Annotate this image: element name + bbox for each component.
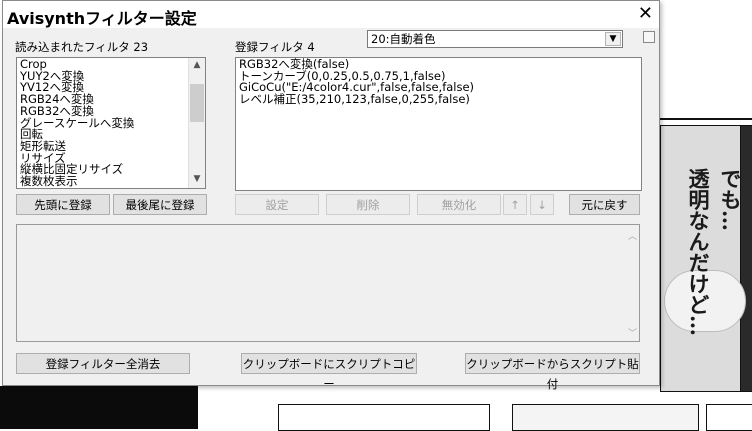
- register-head-button[interactable]: 先頭に登録: [16, 194, 110, 215]
- move-up-button[interactable]: ↑: [503, 194, 527, 215]
- avisynth-filter-dialog: Avisynthフィルター設定 ✕ 読み込まれたフィルタ 23 Crop YUY2…: [2, 0, 660, 391]
- loaded-filters-label: 読み込まれたフィルタ 23: [15, 40, 149, 54]
- close-icon[interactable]: ✕: [638, 3, 653, 24]
- manga-black-area: [0, 386, 198, 429]
- loaded-filters-list[interactable]: Crop YUY2へ変換 YV12へ変換 RGB24へ変換 RGB32へ変換 グレースケー…: [16, 57, 206, 189]
- restore-button[interactable]: 元に戻す: [569, 194, 640, 215]
- scroll-down-arrow-icon[interactable]: ﹀: [628, 326, 637, 339]
- registered-filter-item[interactable]: レベル補正(35,210,123,false,0,255,false): [236, 93, 641, 106]
- chevron-down-icon[interactable]: ▼: [605, 32, 621, 46]
- delete-button[interactable]: 削除: [326, 194, 410, 215]
- scroll-thumb[interactable]: [190, 84, 204, 122]
- manga-panel-edge: [740, 125, 752, 392]
- manga-panel-bottom-1: [278, 404, 490, 431]
- manga-line: [660, 118, 752, 120]
- manga-panel-bottom-2: [512, 404, 699, 431]
- scroll-up-arrow-icon[interactable]: ▲: [189, 60, 205, 72]
- scroll-up-arrow-icon[interactable]: ︿: [628, 229, 637, 242]
- preset-select[interactable]: 20:自動着色 ▼: [367, 30, 623, 48]
- paste-script-button[interactable]: クリップボードからスクリプト貼付: [465, 353, 640, 391]
- loaded-filter-item[interactable]: 複数枚表示: [17, 175, 188, 188]
- side-toggle-button[interactable]: [643, 31, 655, 43]
- move-down-button[interactable]: ↓: [530, 194, 554, 215]
- scroll-down-arrow-icon[interactable]: ▼: [189, 174, 205, 186]
- bubble-line-2: 透明なんだけど…: [686, 168, 711, 336]
- title-bar: Avisynthフィルター設定 ✕: [3, 1, 659, 28]
- registered-filters-label: 登録フィルタ 4: [235, 40, 315, 54]
- window-title: Avisynthフィルター設定: [7, 9, 197, 28]
- script-text-area[interactable]: ︿ ﹀: [16, 224, 640, 342]
- manga-panel-bottom-3: [706, 404, 752, 431]
- register-tail-button[interactable]: 最後尾に登録: [113, 194, 207, 215]
- registered-filters-list[interactable]: RGB32へ変換(false) トーンカーブ(0,0.25,0.5,0.75,1,…: [235, 57, 642, 191]
- bubble-line-1: でも…: [718, 168, 743, 231]
- loaded-filters-scrollbar[interactable]: ▲ ▼: [188, 58, 205, 188]
- disable-button[interactable]: 無効化: [417, 194, 501, 215]
- clear-all-filters-button[interactable]: 登録フィルター全消去: [16, 353, 190, 374]
- settings-button[interactable]: 設定: [235, 194, 319, 215]
- preset-select-value: 20:自動着色: [371, 32, 436, 46]
- copy-script-button[interactable]: クリップボードにスクリプトコピー: [241, 353, 417, 391]
